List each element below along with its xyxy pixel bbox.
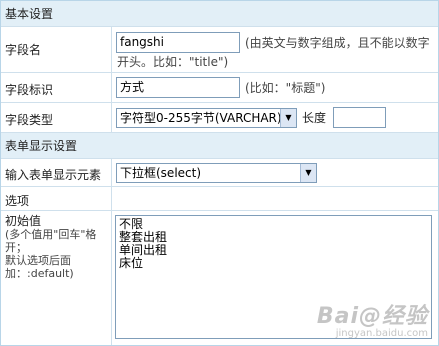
input-element-selected-value: 下拉框(select) bbox=[120, 166, 202, 180]
input-element-label: 输入表单显示元素 bbox=[5, 168, 102, 182]
basic-settings-header: 基本设置 bbox=[1, 1, 438, 27]
column-divider bbox=[111, 159, 112, 186]
length-label: 长度 bbox=[302, 111, 327, 125]
field-type-select[interactable]: 字符型0-255字节(VARCHAR) ▼ bbox=[116, 108, 297, 128]
field-title-hint: (比如："标题") bbox=[245, 81, 326, 95]
watermark-brand: Bai@经验 bbox=[316, 304, 428, 329]
options-row: 选项 bbox=[1, 187, 438, 211]
field-name-input[interactable]: fangshi bbox=[116, 32, 240, 53]
field-settings-form: 基本设置 字段名 fangshi (由英文与数字组成，且不能以数字 开头。比如：… bbox=[0, 0, 439, 346]
length-input[interactable] bbox=[333, 107, 386, 128]
form-display-title: 表单显示设置 bbox=[5, 139, 78, 153]
baidu-jingyan-watermark: Bai@经验 jingyan.baidu.com bbox=[317, 298, 428, 339]
column-divider bbox=[111, 103, 112, 132]
input-element-row: 输入表单显示元素 下拉框(select) ▼ bbox=[1, 159, 438, 187]
field-title-input[interactable]: 方式 bbox=[116, 77, 240, 98]
column-divider bbox=[111, 27, 112, 72]
initial-value-note-line2: 开； bbox=[5, 241, 27, 254]
field-type-row: 字段类型 字符型0-255字节(VARCHAR) ▼ 长度 bbox=[1, 103, 438, 133]
field-name-label: 字段名 bbox=[5, 43, 42, 57]
options-label: 选项 bbox=[5, 194, 30, 208]
field-type-label: 字段类型 bbox=[5, 113, 54, 127]
initial-value-note-line1: (多个值用"回车"格 bbox=[5, 228, 97, 241]
field-name-hint-line1: (由英文与数字组成，且不能以数字 bbox=[245, 36, 430, 50]
field-title-label: 字段标识 bbox=[5, 83, 54, 97]
initial-value-note-line3: 默认选项后面 bbox=[5, 254, 71, 267]
input-element-select[interactable]: 下拉框(select) ▼ bbox=[116, 163, 317, 183]
initial-value-label-block: 初始值 (多个值用"回车"格 开； 默认选项后面 加：:default) bbox=[5, 214, 109, 281]
form-display-header: 表单显示设置 bbox=[1, 133, 438, 159]
field-title-row: 字段标识 方式 (比如："标题") bbox=[1, 73, 438, 103]
initial-value-note-line4: 加：:default) bbox=[5, 267, 74, 280]
chevron-down-icon[interactable]: ▼ bbox=[300, 164, 316, 182]
column-divider bbox=[111, 73, 112, 102]
column-divider bbox=[111, 211, 112, 345]
initial-value-line: 单间出租 bbox=[119, 243, 168, 257]
chevron-down-icon[interactable]: ▼ bbox=[280, 109, 296, 127]
field-name-hint-line2: 开头。比如："title") bbox=[117, 55, 229, 69]
field-name-row: 字段名 fangshi (由英文与数字组成，且不能以数字 开头。比如："titl… bbox=[1, 27, 438, 73]
initial-value-line: 床位 bbox=[119, 256, 144, 270]
column-divider bbox=[111, 187, 112, 210]
field-type-selected-value: 字符型0-255字节(VARCHAR) bbox=[120, 111, 282, 125]
initial-value-label: 初始值 bbox=[5, 214, 42, 228]
basic-settings-title: 基本设置 bbox=[5, 7, 54, 21]
